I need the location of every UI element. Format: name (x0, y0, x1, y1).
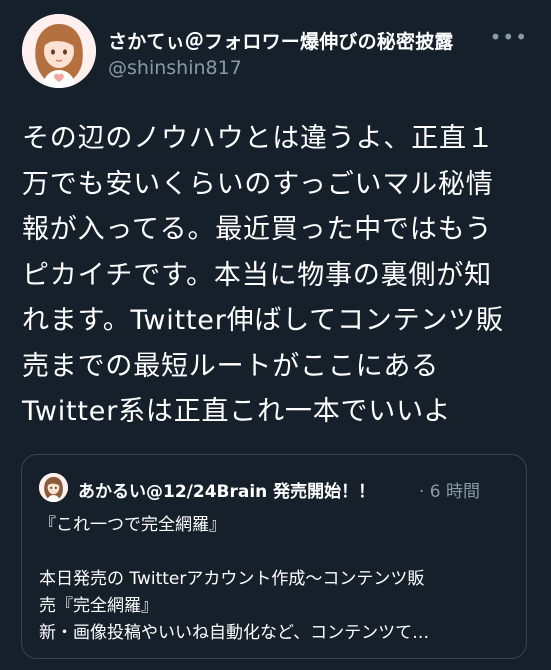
quoted-line: 本日発売の Twitterアカウント作成〜コンテンツ販 (39, 569, 425, 589)
tweet-line: れます。Twitter伸ばしてコンテンツ販 (22, 305, 504, 336)
quoted-line: 売『完全網羅』 (39, 596, 158, 616)
quoted-avatar-illustration (39, 473, 68, 502)
quoted-line: 『これ一つで完全網羅』 (39, 515, 226, 535)
quoted-author-name[interactable]: あかるい@12/24Brain 発売開始！！ (78, 477, 375, 502)
quoted-tweet-text: 『これ一つで完全網羅』 本日発売の Twitterアカウント作成〜コンテンツ販 … (39, 512, 514, 647)
quoted-line: 新・画像投稿やいいね自動化など、コンテンツて… (39, 623, 430, 643)
quoted-avatar[interactable] (39, 473, 68, 502)
quoted-timestamp[interactable]: · 6 時間 (419, 477, 480, 502)
author-handle[interactable]: @shinshin817 (108, 57, 242, 79)
tweet-line: ピカイチです。本当に物事の裏側が知 (22, 259, 492, 291)
tweet-text: その辺のノウハウとは違うよ、正直１ 万でも安いくらいのすっごいマル秘情 報が入っ… (22, 116, 532, 435)
tweet-line: 万でも安いくらいのすっごいマル秘情 (22, 168, 494, 200)
quoted-tweet-card[interactable]: あかるい@12/24Brain 発売開始！！ · 6 時間 『これ一つで完全網羅… (21, 454, 527, 659)
avatar[interactable] (22, 14, 96, 88)
avatar-illustration (22, 14, 96, 88)
author-display-name[interactable]: さかてぃ＠フォロワー爆伸びの秘密披露 (108, 27, 454, 54)
tweet-line: その辺のノウハウとは違うよ、正直１ (22, 123, 495, 154)
tweet-line: Twitter系は正直これ一本でいいよ (22, 396, 452, 427)
tweet-header: さかてぃ＠フォロワー爆伸びの秘密披露 @shinshin817 ••• (22, 14, 532, 90)
quoted-line (39, 539, 514, 566)
tweet-line: 報が入ってる。最近買った中ではもう (22, 214, 493, 245)
more-options-icon[interactable]: ••• (490, 27, 528, 47)
tweet-line: 売までの最短ルートがここにある (22, 350, 439, 382)
